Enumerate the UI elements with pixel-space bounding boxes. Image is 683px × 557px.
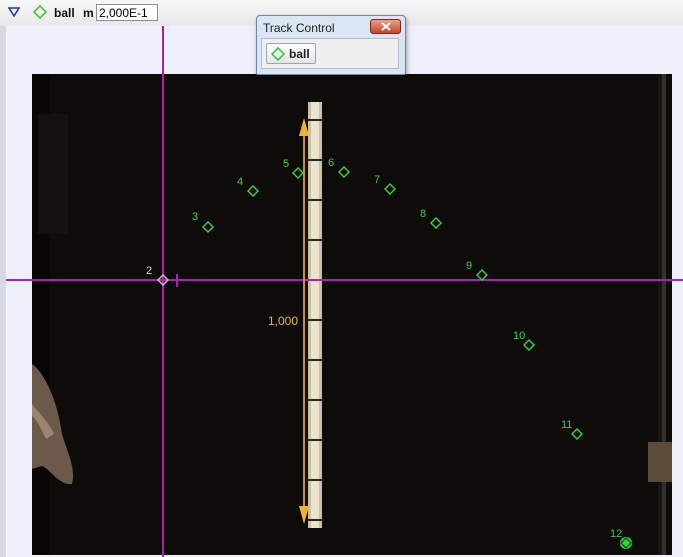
diamond-marker-icon[interactable]	[202, 221, 214, 233]
trajectory-point[interactable]: 12	[610, 528, 632, 549]
diamond-marker-icon[interactable]	[476, 269, 488, 281]
trajectory-point[interactable]: 8	[420, 208, 442, 229]
trajectory-point[interactable]: 2	[146, 265, 169, 286]
diamond-marker-icon[interactable]	[523, 339, 535, 351]
dialog-title: Track Control	[263, 21, 335, 35]
close-icon	[381, 22, 391, 31]
track-control-dialog: Track Control ball	[256, 15, 406, 75]
point-frame-label: 2	[146, 265, 152, 277]
trajectory-point[interactable]: 9	[466, 260, 488, 281]
point-frame-label: 6	[328, 157, 334, 169]
track-button-label: ball	[289, 47, 310, 61]
trajectory-point[interactable]: 10	[513, 330, 535, 351]
point-frame-label: 7	[374, 174, 380, 186]
point-frame-label: 11	[561, 419, 572, 431]
trajectory-points: 2 3 4 5 6 7 8 9 10 11 12	[146, 157, 632, 549]
trajectory-point[interactable]: 4	[237, 176, 259, 197]
trajectory-point[interactable]: 3	[192, 211, 214, 233]
dialog-body: ball	[261, 38, 399, 69]
calibration-stick[interactable]	[299, 118, 309, 524]
trajectory-point[interactable]: 6	[328, 157, 350, 178]
point-frame-label: 8	[420, 208, 426, 220]
trajectory-point[interactable]: 5	[283, 158, 304, 179]
close-button[interactable]	[370, 19, 401, 34]
diamond-marker-icon[interactable]	[430, 217, 442, 229]
point-frame-label: 4	[237, 176, 243, 188]
point-frame-label: 9	[466, 260, 472, 272]
point-frame-label: 10	[513, 330, 525, 342]
point-frame-label: 12	[610, 528, 622, 540]
track-ball-button[interactable]: ball	[266, 43, 316, 64]
calibration-length-label: 1,000	[268, 314, 298, 328]
trajectory-point[interactable]: 7	[374, 174, 396, 195]
diamond-marker-icon[interactable]	[338, 166, 350, 178]
point-frame-label: 3	[192, 211, 198, 223]
diamond-marker-icon[interactable]	[384, 183, 396, 195]
diamond-marker-icon[interactable]	[292, 167, 304, 179]
diamond-marker-icon[interactable]	[571, 428, 583, 440]
tracker-overlay: 1,000 2 3 4 5 6 7 8 9 10 11 12	[6, 26, 683, 557]
point-frame-label: 5	[283, 158, 289, 170]
diamond-marker-icon[interactable]	[247, 185, 259, 197]
trajectory-point[interactable]: 11	[561, 419, 583, 440]
diamond-track-icon	[271, 47, 285, 61]
